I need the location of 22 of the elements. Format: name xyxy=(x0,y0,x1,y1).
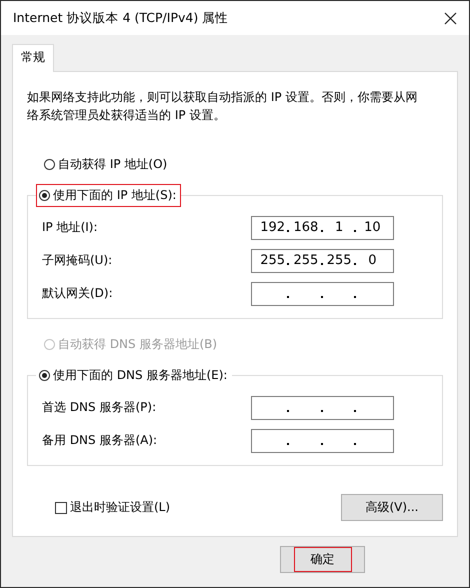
field-label: IP 地址(I): xyxy=(42,219,98,236)
ip-address-field[interactable] xyxy=(251,282,394,306)
advanced-button[interactable]: 高级(V)... xyxy=(341,494,443,521)
ip-address-field[interactable]: 192 168 1 10 xyxy=(251,216,394,240)
radio-button-icon[interactable] xyxy=(44,159,55,170)
radio-option[interactable]: 使用下面的 IP 地址(S): xyxy=(36,184,182,207)
window-title: Internet 协议版本 4 (TCP/IPv4) 属性 xyxy=(13,10,228,26)
checkbox-option[interactable]: 退出时验证设置(L) xyxy=(55,499,170,516)
tab[interactable]: 常规 xyxy=(12,44,54,72)
ip-address-field[interactable] xyxy=(251,428,394,452)
field-label: 备用 DNS 服务器(A): xyxy=(42,432,158,449)
ip-address-field[interactable] xyxy=(251,396,394,420)
ok-button[interactable]: 确定 xyxy=(280,546,365,573)
field-label: 首选 DNS 服务器(P): xyxy=(42,399,156,416)
close-icon[interactable] xyxy=(444,12,457,24)
description-text: 如果网络支持此功能，则可以获取自动指派的 IP 设置。否则，你需要从网络系统管理员处获得适当的 IP 设置。 xyxy=(27,89,418,124)
radio-button-icon[interactable] xyxy=(39,190,50,201)
radio-button-icon[interactable] xyxy=(39,370,50,381)
ip-address-field[interactable]: 255 255 255 0 xyxy=(251,248,394,272)
field-label: 默认网关(D): xyxy=(42,285,113,302)
field-label: 子网掩码(U): xyxy=(42,252,112,269)
checkbox-icon[interactable] xyxy=(55,502,67,514)
